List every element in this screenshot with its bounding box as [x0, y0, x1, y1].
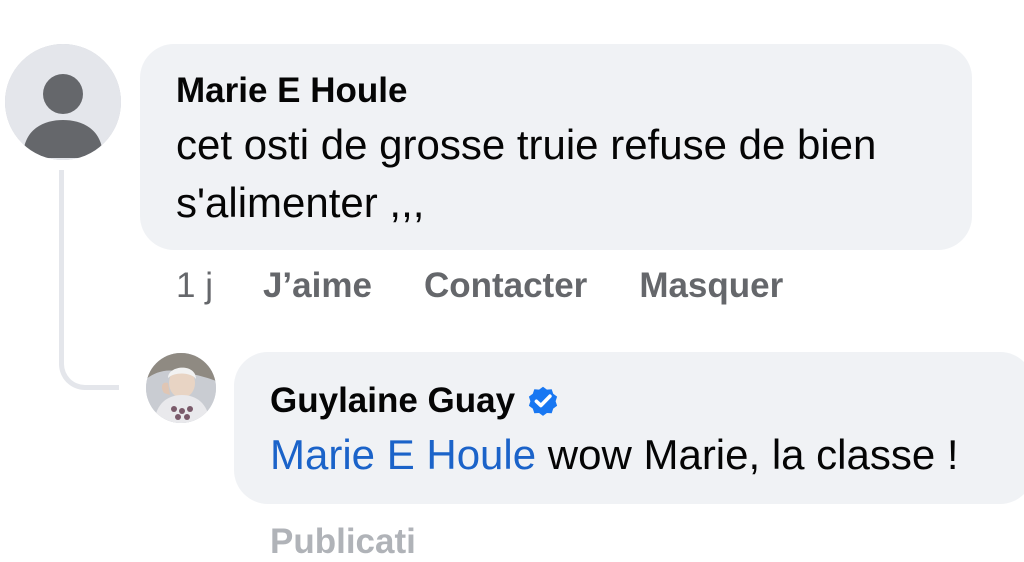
footer-partial-label: Publicati	[270, 522, 416, 561]
reply-text: Marie E Houle wow Marie, la classe !	[270, 426, 998, 484]
reply-author[interactable]: Guylaine Guay	[270, 380, 515, 422]
person-silhouette-icon	[5, 44, 121, 160]
comment-timestamp[interactable]: 1 j	[176, 266, 213, 306]
like-button[interactable]: J’aime	[263, 266, 372, 306]
comment-text: cet osti de grosse truie refuse de bien …	[176, 121, 877, 226]
profile-photo-icon	[146, 353, 216, 423]
mention-link[interactable]: Marie E Houle	[270, 431, 536, 478]
verified-badge-icon	[528, 386, 558, 416]
reply-body: wow Marie, la classe !	[536, 431, 959, 478]
default-avatar[interactable]	[5, 44, 121, 160]
reply-author-line: Guylaine Guay	[270, 380, 998, 422]
reply-author-avatar[interactable]	[146, 353, 216, 423]
contact-button[interactable]: Contacter	[424, 266, 587, 306]
hide-button[interactable]: Masquer	[639, 266, 783, 306]
comment-author[interactable]: Marie E Houle	[176, 70, 936, 112]
reply-bubble: Guylaine Guay Marie E Houle wow Marie, l…	[234, 352, 1024, 504]
comment-bubble: Marie E Houle cet osti de grosse truie r…	[140, 44, 972, 250]
comment-actions: 1 j J’aime Contacter Masquer	[176, 266, 835, 306]
reply-thread-connector	[59, 170, 119, 390]
